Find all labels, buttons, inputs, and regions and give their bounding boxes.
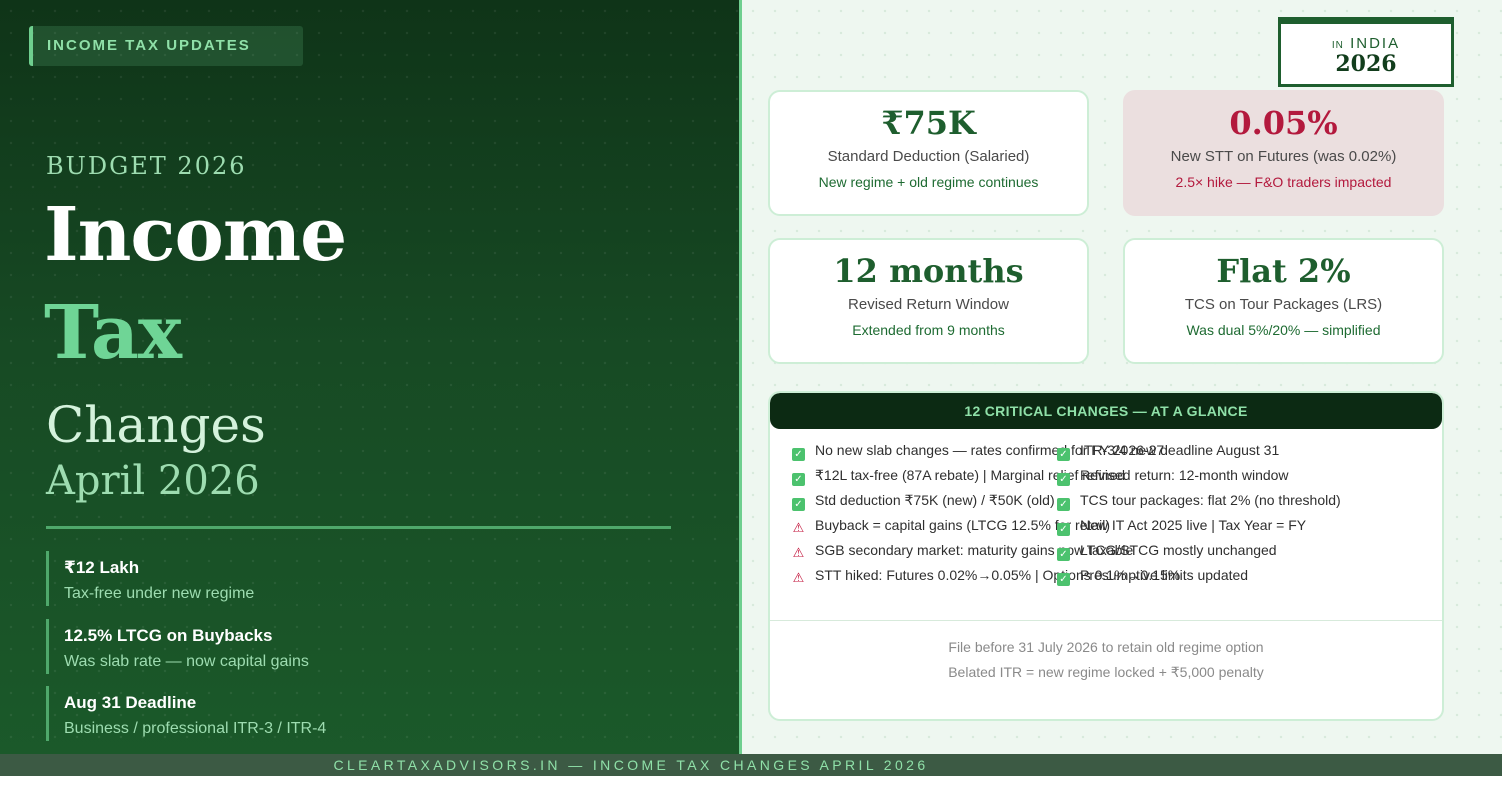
filing-note: File before 31 July 2026 to retain old r… [948, 639, 1264, 655]
stat-label: New STT on Futures (was 0.02%) [1170, 148, 1397, 165]
highlight-heading: 12.5% LTCG on Buybacks [64, 626, 273, 645]
highlight-sub: Was slab rate — now capital gains [64, 653, 309, 670]
highlight-item: ₹12 Lakh Tax-free under new regime [46, 551, 706, 606]
change-item: ✓ Presumptive limits updated [1057, 566, 1248, 586]
change-text: New IT Act 2025 live | Tax Year = FY [1080, 517, 1307, 533]
stat-note: New regime + old regime continues [818, 174, 1039, 190]
highlight-heading: Aug 31 Deadline [64, 693, 197, 712]
check-icon: ✓ [792, 473, 805, 486]
stat-value: Flat 2% [1216, 252, 1351, 290]
stat-note: Was dual 5%/20% — simplified [1186, 322, 1381, 338]
stat-card-standard-deduction: ₹75K Standard Deduction (Salaried) New r… [768, 90, 1089, 216]
check-icon: ✓ [792, 448, 805, 461]
left-panel: INCOME TAX UPDATES BUDGET 2026 Income Ta… [0, 0, 739, 776]
stat-value: ₹75K [881, 104, 976, 142]
check-icon: ✓ [1057, 498, 1070, 511]
badge-country: INDIA [1350, 35, 1401, 52]
check-icon: ✓ [1057, 573, 1070, 586]
change-item: ✓ Std deduction ₹75K (new) / ₹50K (old) [792, 491, 1055, 511]
change-text: LTCG/STCG mostly unchanged [1080, 542, 1277, 558]
change-item: ✓ ITR-3/4 new deadline August 31 [1057, 441, 1279, 461]
check-icon: ✓ [1057, 548, 1070, 561]
country-year-badge: IN INDIA 2026 [1278, 17, 1454, 87]
glance-separator [770, 620, 1442, 621]
site-footer: CLEARTAXADVISORS.IN — INCOME TAX CHANGES… [0, 754, 1502, 776]
check-icon: ✓ [1057, 523, 1070, 536]
title-line-2: Tax [44, 290, 182, 376]
badge-prefix: IN [1331, 40, 1344, 51]
changes-at-a-glance: 12 CRITICAL CHANGES — AT A GLANCE ✓ No ne… [768, 391, 1444, 721]
check-icon: ✓ [1057, 473, 1070, 486]
stat-label: TCS on Tour Packages (LRS) [1184, 296, 1383, 313]
budget-label: BUDGET 2026 [46, 152, 247, 180]
warning-icon: ⚠ [792, 520, 805, 535]
stat-value: 0.05% [1229, 104, 1338, 142]
title-line-1: Income [44, 192, 347, 278]
change-text: ITR-3/4 new deadline August 31 [1080, 442, 1280, 458]
stat-card-stt: 0.05% New STT on Futures (was 0.02%) 2.5… [1123, 90, 1444, 216]
change-item: ✓ Revised return: 12-month window [1057, 466, 1289, 486]
check-icon: ✓ [1057, 448, 1070, 461]
title-line-4: April 2026 [46, 458, 260, 504]
change-item: ✓ TCS tour packages: flat 2% (no threshol… [1057, 491, 1341, 511]
warning-icon: ⚠ [792, 545, 805, 560]
change-item: ✓ LTCG/STCG mostly unchanged [1057, 541, 1277, 561]
highlight-sub: Business / professional ITR-3 / ITR-4 [64, 720, 327, 737]
change-text: TCS tour packages: flat 2% (no threshold… [1080, 492, 1341, 508]
stat-label: Revised Return Window [848, 296, 1009, 313]
title-line-3: Changes [46, 396, 266, 454]
badge-year: 2026 [1335, 51, 1397, 77]
highlight-item: 12.5% LTCG on Buybacks Was slab rate — n… [46, 619, 706, 674]
change-text: Revised return: 12-month window [1080, 467, 1289, 483]
highlight-sub: Tax-free under new regime [64, 585, 255, 602]
stat-card-tcs: Flat 2% TCS on Tour Packages (LRS) Was d… [1123, 238, 1444, 364]
warning-icon: ⚠ [792, 570, 805, 585]
stat-note: 2.5× hike — F&O traders impacted [1175, 174, 1392, 190]
change-text: Std deduction ₹75K (new) / ₹50K (old) [815, 492, 1055, 508]
category-tag: INCOME TAX UPDATES [29, 26, 303, 66]
stat-card-revised-return: 12 months Revised Return Window Extended… [768, 238, 1089, 364]
stat-note: Extended from 9 months [852, 322, 1005, 338]
glance-title: 12 CRITICAL CHANGES — AT A GLANCE [770, 393, 1442, 429]
stat-label: Standard Deduction (Salaried) [827, 148, 1030, 165]
stat-value: 12 months [833, 252, 1024, 290]
penalty-note: Belated ITR = new regime locked + ₹5,000… [948, 664, 1264, 680]
title-divider [46, 526, 671, 529]
highlight-heading: ₹12 Lakh [64, 558, 140, 577]
check-icon: ✓ [792, 498, 805, 511]
highlight-item: Aug 31 Deadline Business / professional … [46, 686, 706, 741]
change-item: ✓ New IT Act 2025 live | Tax Year = FY [1057, 516, 1306, 536]
change-text: Presumptive limits updated [1080, 567, 1249, 583]
